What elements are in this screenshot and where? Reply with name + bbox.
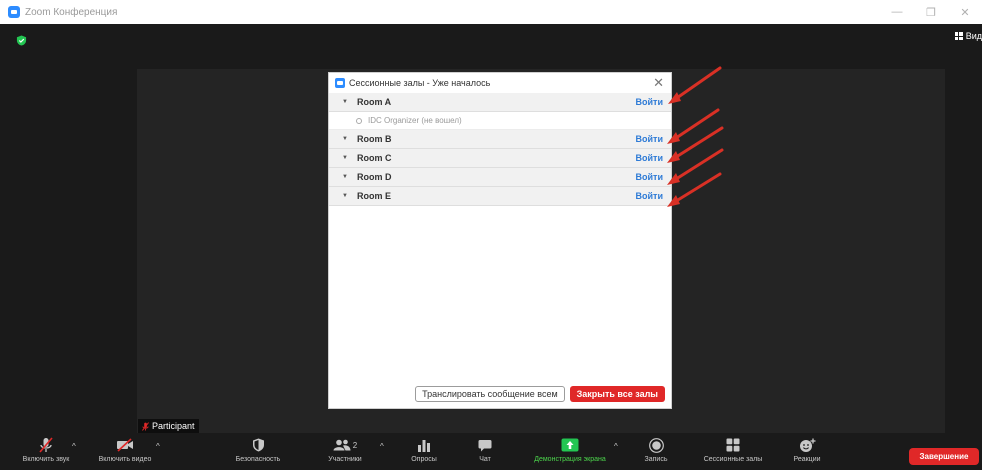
security-shield-icon[interactable] (16, 35, 27, 46)
title-bar: Zoom Конференция — ❐ ✕ (0, 0, 982, 24)
participant-name-label: Participant (138, 419, 199, 433)
reactions-label: Реакции (793, 456, 821, 463)
room-row-b[interactable]: ▼ Room B Войти (329, 130, 671, 149)
share-options-caret[interactable]: ^ (614, 442, 618, 451)
audio-options-caret[interactable]: ^ (72, 442, 76, 451)
participants-label: Участники (328, 456, 362, 463)
share-screen-label: Демонстрация экрана (534, 456, 606, 463)
view-button-label: Вид (965, 31, 982, 41)
member-name: IDC Organizer (не вошел) (368, 116, 462, 125)
join-room-b-button[interactable]: Войти (636, 134, 663, 144)
minimize-button[interactable]: — (880, 0, 914, 24)
breakout-rooms-button[interactable]: Сессионные залы (692, 434, 774, 470)
room-row-e[interactable]: ▼ Room E Войти (329, 187, 671, 206)
shield-icon (252, 438, 264, 452)
chat-bubble-icon (478, 439, 492, 451)
room-row-a[interactable]: ▼ Room A Войти (329, 93, 671, 112)
chevron-down-icon[interactable]: ▼ (342, 136, 348, 142)
view-button[interactable]: Вид (954, 31, 982, 41)
participants-options-caret[interactable]: ^ (380, 442, 384, 451)
muted-mic-icon (142, 421, 149, 431)
room-name: Room B (356, 134, 392, 144)
close-icon[interactable]: ✕ (653, 76, 664, 89)
record-icon (648, 437, 664, 453)
record-label: Запись (644, 456, 668, 463)
close-window-button[interactable]: ✕ (948, 0, 982, 24)
breakout-rooms-label: Сессионные залы (703, 456, 763, 463)
muted-mic-icon (39, 437, 53, 453)
share-screen-button[interactable]: Демонстрация экрана (520, 434, 620, 470)
chat-button[interactable]: Чат (470, 434, 500, 470)
unmute-button[interactable]: Включить звук (14, 434, 78, 470)
smiley-plus-icon (799, 438, 815, 452)
participants-icon (333, 439, 351, 451)
window-controls: — ❐ ✕ (880, 0, 982, 24)
breakout-rooms-dialog: Сессионные залы - Уже началось ✕ ▼ Room … (328, 72, 672, 409)
zoom-app-icon (8, 6, 20, 18)
video-off-icon (117, 438, 133, 452)
chevron-down-icon[interactable]: ▼ (342, 193, 348, 199)
participant-name: Participant (152, 421, 195, 431)
status-circle-icon (356, 117, 362, 124)
join-room-c-button[interactable]: Войти (636, 153, 663, 163)
zoom-app-icon (335, 78, 345, 88)
participants-count: 2 (352, 440, 358, 450)
room-name: Room A (356, 97, 392, 107)
join-room-e-button[interactable]: Войти (636, 191, 663, 201)
room-row-d[interactable]: ▼ Room D Войти (329, 168, 671, 187)
start-video-button[interactable]: Включить видео (90, 434, 160, 470)
dialog-title-bar: Сессионные залы - Уже началось (329, 73, 671, 93)
room-name: Room D (356, 172, 392, 182)
security-label: Безопасность (235, 456, 281, 463)
dialog-footer: Транслировать сообщение всем Закрыть все… (329, 386, 671, 402)
chevron-down-icon[interactable]: ▼ (342, 174, 348, 180)
room-row-c[interactable]: ▼ Room C Войти (329, 149, 671, 168)
security-button[interactable]: Безопасность (226, 434, 290, 470)
breakout-rooms-icon (726, 438, 740, 452)
room-name: Room C (356, 153, 392, 163)
end-meeting-button[interactable]: Завершение (909, 448, 979, 465)
room-member-row: IDC Organizer (не вошел) (329, 112, 671, 130)
broadcast-message-button[interactable]: Транслировать сообщение всем (415, 386, 565, 402)
meeting-toolbar: Включить звук ^ Включить видео ^ Безопас… (0, 434, 982, 470)
share-screen-icon (561, 438, 579, 452)
video-options-caret[interactable]: ^ (156, 442, 160, 451)
maximize-button[interactable]: ❐ (914, 0, 948, 24)
unmute-label: Включить звук (22, 456, 70, 463)
chevron-down-icon[interactable]: ▼ (342, 99, 348, 105)
polls-label: Опросы (411, 456, 437, 463)
room-name: Room E (356, 191, 391, 201)
zoom-window: Zoom Конференция — ❐ ✕ Вид Participant С… (0, 0, 982, 470)
close-all-rooms-button[interactable]: Закрыть все залы (569, 386, 665, 402)
polls-button[interactable]: Опросы (402, 434, 446, 470)
reactions-button[interactable]: Реакции (782, 434, 832, 470)
record-button[interactable]: Запись (636, 434, 676, 470)
participants-button[interactable]: 2 Участники (318, 434, 372, 470)
room-list: ▼ Room A Войти IDC Organizer (не вошел) … (329, 93, 671, 206)
start-video-label: Включить видео (98, 456, 152, 463)
grid-view-icon (954, 32, 963, 40)
chevron-down-icon[interactable]: ▼ (342, 155, 348, 161)
window-title: Zoom Конференция (25, 6, 118, 18)
join-room-a-button[interactable]: Войти (636, 97, 663, 107)
polls-chart-icon (418, 439, 430, 452)
join-room-d-button[interactable]: Войти (636, 172, 663, 182)
chat-label: Чат (479, 456, 491, 463)
dialog-title: Сессионные залы - Уже началось (349, 78, 491, 88)
